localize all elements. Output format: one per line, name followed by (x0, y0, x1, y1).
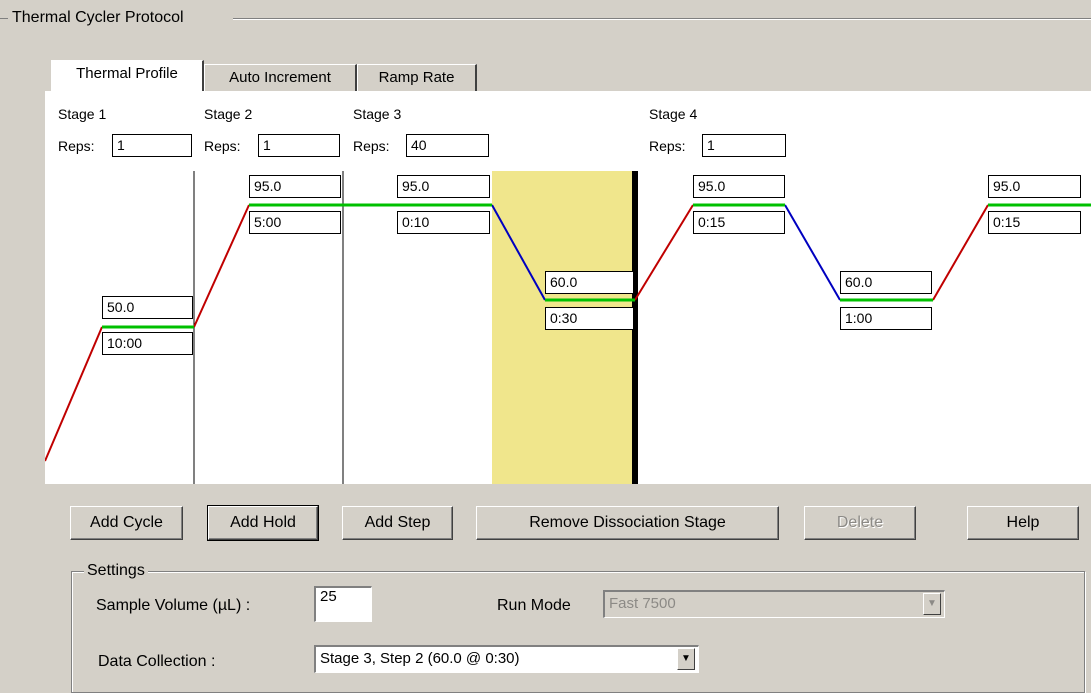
run-mode-dropdown-icon: ▼ (923, 593, 941, 615)
step-1-time[interactable]: 10:00 (102, 332, 193, 355)
stage-3-label: Stage 3 (353, 106, 402, 122)
delete-button[interactable]: Delete (804, 506, 916, 540)
run-mode-select: Fast 7500 (603, 590, 945, 618)
stage-4-reps-label: Reps: (649, 138, 686, 154)
group-border-left (0, 18, 8, 19)
run-mode-label: Run Mode (497, 597, 571, 614)
ramp-line (634, 204, 694, 301)
sample-volume-input[interactable]: 25 (314, 586, 372, 622)
stage-3-reps-input[interactable]: 40 (406, 134, 489, 157)
data-collection-dropdown-icon[interactable]: ▼ (677, 648, 695, 670)
step-5-temp[interactable]: 95.0 (693, 175, 785, 198)
run-mode-value: Fast 7500 (609, 595, 676, 612)
group-title: Thermal Cycler Protocol (10, 9, 186, 27)
add-cycle-button[interactable]: Add Cycle (70, 506, 183, 540)
step-7-temp[interactable]: 95.0 (988, 175, 1081, 198)
tab-auto-increment[interactable]: Auto Increment (204, 64, 357, 91)
data-collection-select[interactable]: Stage 3, Step 2 (60.0 @ 0:30) (314, 645, 699, 673)
help-button[interactable]: Help (967, 506, 1079, 540)
data-collection-value: Stage 3, Step 2 (60.0 @ 0:30) (320, 650, 520, 667)
step-3-time[interactable]: 0:10 (397, 211, 490, 234)
step-5-time[interactable]: 0:15 (693, 211, 785, 234)
stage-1-reps-label: Reps: (58, 138, 95, 154)
add-hold-button[interactable]: Add Hold (207, 505, 319, 541)
sample-volume-label: Sample Volume (µL) : (96, 597, 251, 614)
ramp-line (932, 204, 989, 301)
stage-4-reps-input[interactable]: 1 (702, 134, 786, 157)
settings-title: Settings (84, 562, 148, 580)
group-border-top-highlight (233, 19, 1091, 20)
tab-ramp-rate[interactable]: Ramp Rate (357, 64, 477, 91)
stage-2-label: Stage 2 (204, 106, 253, 122)
step-4-time[interactable]: 0:30 (545, 307, 634, 330)
stage-4-label: Stage 4 (649, 106, 698, 122)
step-2-temp[interactable]: 95.0 (249, 175, 341, 198)
thermal-profile-canvas[interactable]: Stage 1 Reps: 1 Stage 2 Reps: 1 Stage 3 … (45, 91, 1091, 484)
data-collection-label: Data Collection : (98, 653, 216, 670)
step-6-time[interactable]: 1:00 (840, 307, 932, 330)
ramp-line (193, 204, 250, 328)
tab-thermal-profile[interactable]: Thermal Profile (51, 60, 204, 91)
stage-2-reps-input[interactable]: 1 (258, 134, 340, 157)
stage-3-reps-label: Reps: (353, 138, 390, 154)
step-6-temp[interactable]: 60.0 (840, 271, 932, 294)
add-step-button[interactable]: Add Step (342, 506, 453, 540)
stage-1-reps-input[interactable]: 1 (112, 134, 192, 157)
stage-2-reps-label: Reps: (204, 138, 241, 154)
step-4-temp[interactable]: 60.0 (545, 271, 634, 294)
ramp-line (45, 326, 103, 462)
step-2-time[interactable]: 5:00 (249, 211, 341, 234)
ramp-line (784, 204, 841, 301)
step-1-temp[interactable]: 50.0 (102, 296, 193, 319)
stage-1-label: Stage 1 (58, 106, 107, 122)
step-3-temp[interactable]: 95.0 (397, 175, 490, 198)
remove-dissociation-stage-button[interactable]: Remove Dissociation Stage (476, 506, 779, 540)
step-7-time[interactable]: 0:15 (988, 211, 1081, 234)
